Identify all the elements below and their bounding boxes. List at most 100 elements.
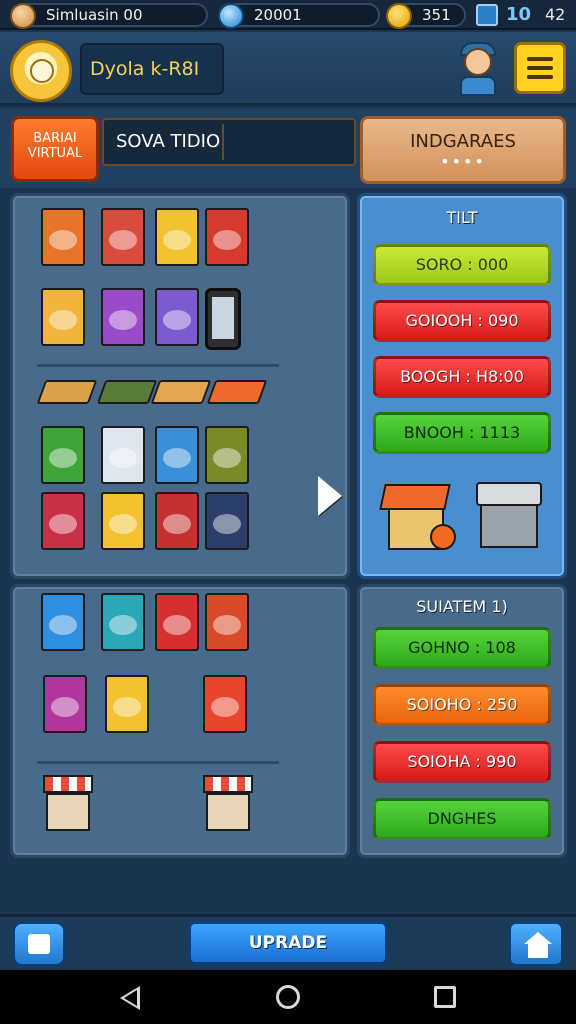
awning-stall-icon[interactable] [203,775,253,831]
home-icon [524,932,552,944]
blue-cereal-shape [41,593,85,651]
gem-icon [218,3,244,29]
player-avatar-icon [10,3,36,29]
blue-box-icon[interactable] [155,426,199,484]
menu-line-icon [527,75,553,79]
magenta-box-icon[interactable] [43,675,87,733]
juice-box-icon[interactable] [205,208,249,266]
home-circle-icon[interactable] [276,985,300,1009]
tray-icon[interactable] [36,380,98,404]
sale-bag-icon[interactable] [105,675,149,733]
orange-pad-shape [206,380,268,404]
red-pack-icon[interactable] [155,593,199,651]
tab-virtual[interactable]: BARIAI VIRTUAL [11,116,99,182]
red-cereal-shape [41,492,85,550]
system-option[interactable]: GOHNO : 108 [373,627,551,669]
system-option[interactable]: DNGHES [373,798,551,840]
shop-building-icon[interactable] [379,484,456,554]
veggie-tray-shape [96,380,158,404]
tomato-box-shape [155,492,199,550]
orange-cereal-shape [203,675,247,733]
search-field[interactable]: SOVA TIDIO [102,118,356,166]
extra-value: 42 [545,5,566,24]
system-option[interactable]: SOIOHO : 250 [373,684,551,726]
olive-box-icon[interactable] [205,426,249,484]
phone-icon[interactable] [205,288,241,350]
bread-tray-icon[interactable] [150,380,212,404]
purple-box-icon[interactable] [101,288,145,346]
green-box-icon[interactable] [41,426,85,484]
gems-counter[interactable]: 20001 [218,3,380,29]
red-pack-shape [155,593,199,651]
coins-counter[interactable]: 351 [386,3,466,29]
storefront-shape [155,288,199,346]
shelf-divider [37,364,279,367]
player-name-pill[interactable]: Simluasin 00 [10,3,208,29]
shelf-divider [37,761,279,764]
market-stand-icon[interactable] [205,593,249,651]
filter-option[interactable]: GOIOOH : 090 [373,300,551,342]
home-button[interactable] [508,921,564,967]
search-divider [222,124,224,160]
head-icon [464,48,492,76]
blue-cereal-icon[interactable] [41,593,85,651]
yellow-box-shape [101,492,145,550]
tomato-box-icon[interactable] [155,492,199,550]
inventory-panel-2 [10,584,350,858]
fruit-stand-shape [41,288,85,346]
balloon-icon [430,524,456,550]
tray-shape [36,380,98,404]
system-nav-bar [0,970,576,1024]
menu-line-icon [527,57,553,61]
purple-box-shape [101,288,145,346]
cereal-box-icon[interactable] [41,208,85,266]
system-panel: SUIATEM 1) GOHNO : 108 SOIOHO : 250 SOIO… [357,584,567,858]
gems-value: 20001 [254,6,302,24]
milk-box-icon[interactable] [101,426,145,484]
roof-icon [379,484,451,510]
bottom-bar: UPRADE [0,914,576,968]
filter-option[interactable]: BOOGH : H8:00 [373,356,551,398]
cash-register-icon[interactable] [476,482,542,552]
fruit-stand-icon[interactable] [41,288,85,346]
filter-option[interactable]: BNOOH : 1113 [373,412,551,454]
shirt-icon [460,76,496,96]
coins-value: 351 [422,6,451,24]
tab-row: BARIAI VIRTUAL SOVA TIDIO INDGARAES •••• [0,108,576,188]
shop-name-box[interactable]: Dyola k-R8I [80,43,224,95]
storefront-icon[interactable] [155,288,199,346]
upgrade-button[interactable]: UPRADE [188,921,388,965]
orange-cereal-icon[interactable] [203,675,247,733]
olive-box-shape [205,426,249,484]
snack-box-icon[interactable] [155,208,199,266]
red-cereal-icon[interactable] [41,492,85,550]
teal-box-shape [101,593,145,651]
snack-box-shape [155,208,199,266]
shop-icon [28,934,50,954]
level-value: 10 [506,4,532,25]
header: Dyola k-R8I [0,32,576,106]
filter-panel-title: TILT [446,208,478,227]
back-icon[interactable] [120,986,140,1010]
kiosk-icon[interactable] [43,775,93,831]
yellow-box-icon[interactable] [101,492,145,550]
bread-tray-shape [150,380,212,404]
mascot-face-icon [30,59,54,83]
shopping-bag-shape [101,208,145,266]
home-wall-icon [528,944,548,958]
dark-box-icon[interactable] [205,492,249,550]
veggie-tray-icon[interactable] [96,380,158,404]
system-option[interactable]: SOIOHA : 990 [373,741,551,783]
filter-option[interactable]: SORO : 000 [373,244,551,286]
teal-box-icon[interactable] [101,593,145,651]
register-top-icon [476,482,542,506]
menu-button[interactable] [514,42,566,94]
shop-button[interactable] [12,921,66,967]
shopping-bag-icon[interactable] [101,208,145,266]
tab-upgrades-dots: •••• [440,152,486,171]
orange-pad-icon[interactable] [206,380,268,404]
recent-apps-icon[interactable] [434,986,456,1008]
shopkeeper-avatar-icon[interactable] [454,42,502,96]
tab-upgrades[interactable]: INDGARAES •••• [360,116,566,184]
sun-mascot-icon[interactable] [10,40,72,102]
